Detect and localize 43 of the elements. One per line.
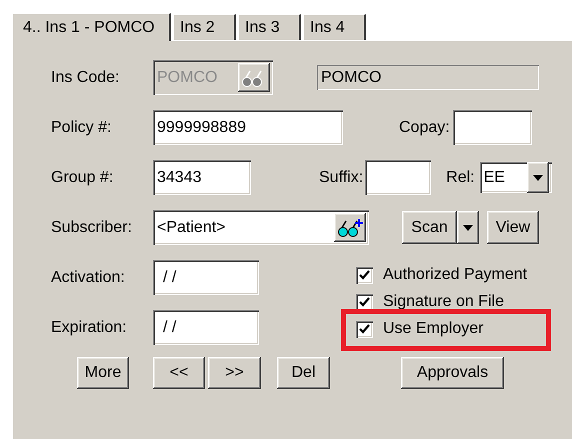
tab[interactable]: Ins 3 <box>238 14 301 40</box>
field-label: Activation: <box>51 268 126 286</box>
checkbox[interactable] <box>356 266 373 284</box>
action-button[interactable]: << <box>153 357 205 389</box>
checkbox-label: Signature on File <box>383 293 504 311</box>
caret-icon <box>463 224 473 230</box>
suffix-field[interactable] <box>365 160 432 195</box>
tab[interactable]: Ins 2 <box>173 14 236 40</box>
group-field[interactable]: 34343 <box>153 160 251 195</box>
scan-menu-button[interactable] <box>457 211 479 244</box>
field-label: Group #: <box>51 168 114 186</box>
checkbox[interactable] <box>356 320 373 338</box>
action-button[interactable]: Approvals <box>401 357 504 389</box>
glasses-icon <box>337 218 363 236</box>
checkbox[interactable] <box>356 294 373 310</box>
date-field[interactable]: / / <box>153 310 259 345</box>
subscriber-field[interactable]: <Patient> <box>153 210 369 245</box>
tab[interactable]: 4.. Ins 1 - POMCO <box>12 13 171 41</box>
ins-name-field: POMCO <box>317 65 539 90</box>
view-button[interactable]: View <box>487 211 539 244</box>
check-icon <box>359 324 370 334</box>
action-button[interactable]: More <box>77 357 129 389</box>
action-button[interactable]: Del <box>277 357 330 389</box>
field-label: Ins Code: <box>51 68 120 86</box>
field-label: Expiration: <box>51 318 128 336</box>
policy-field[interactable]: 9999998889 <box>153 110 343 145</box>
check-icon <box>359 297 370 307</box>
field-label: Subscriber: <box>51 218 133 236</box>
field-label: Policy #: <box>51 118 112 136</box>
lookup-button[interactable] <box>334 213 366 242</box>
checkbox-label: Use Employer <box>383 320 484 338</box>
rel-dropdown[interactable]: EE <box>480 162 552 193</box>
field-label: Rel: <box>446 168 475 186</box>
action-button[interactable]: >> <box>208 357 261 389</box>
check-icon <box>359 270 370 280</box>
copay-field[interactable] <box>452 110 532 145</box>
caret-icon <box>532 174 543 180</box>
scan-button[interactable]: Scan <box>402 211 457 244</box>
field-label: Copay: <box>399 118 450 136</box>
field-label: Suffix: <box>319 168 364 186</box>
date-field[interactable]: / / <box>153 260 259 295</box>
tab[interactable]: Ins 4 <box>303 14 366 40</box>
checkbox-label: Authorized Payment <box>383 266 528 284</box>
